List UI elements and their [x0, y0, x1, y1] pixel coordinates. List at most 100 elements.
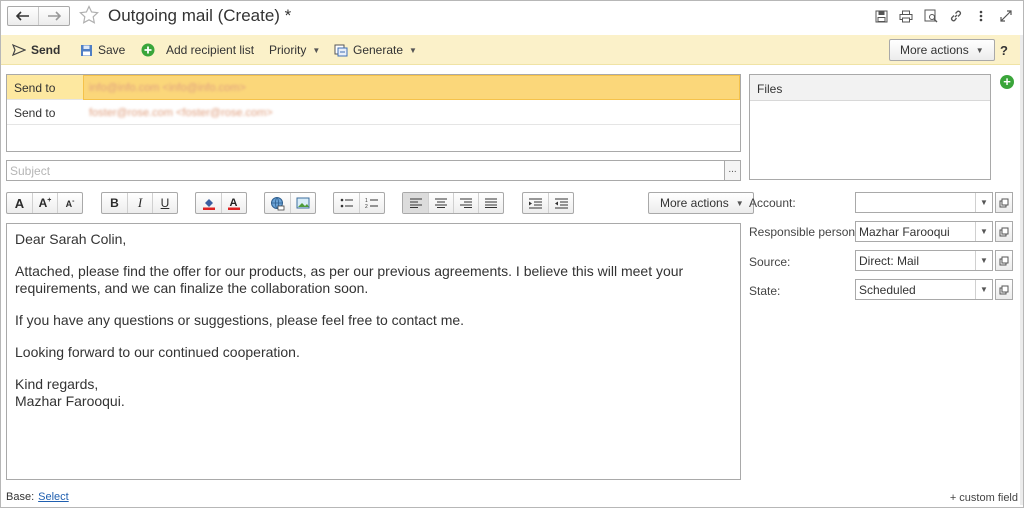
custom-field-link[interactable]: + custom field	[950, 492, 1018, 504]
body-paragraph: Dear Sarah Colin,	[15, 231, 127, 247]
justify-button[interactable]	[478, 193, 503, 213]
chevron-down-icon[interactable]: ▼	[975, 280, 992, 299]
account-open-button[interactable]	[995, 192, 1013, 213]
image-icon	[296, 197, 310, 209]
save-window-button[interactable]	[873, 8, 889, 24]
state-value: Scheduled	[859, 283, 916, 297]
add-file-button[interactable]: +	[1000, 75, 1014, 89]
more-actions-label: More actions	[900, 43, 969, 57]
indent-icon	[529, 198, 542, 208]
base-select-link[interactable]: Select	[38, 491, 69, 503]
back-button[interactable]	[8, 7, 38, 25]
fill-color-icon	[202, 199, 215, 210]
italic-button[interactable]: I	[127, 193, 152, 213]
generate-menu[interactable]: Generate ▼	[334, 35, 417, 65]
page-title: Outgoing mail (Create) *	[108, 6, 292, 25]
state-open-button[interactable]	[995, 279, 1013, 300]
favorite-button[interactable]	[79, 5, 99, 28]
bold-icon: B	[110, 196, 119, 210]
subject-picker-button[interactable]: ...	[724, 160, 741, 181]
format-more-actions-button[interactable]: More actions ▼	[648, 192, 754, 214]
files-panel[interactable]: Files	[749, 74, 991, 180]
more-actions-button[interactable]: More actions ▼	[889, 39, 995, 61]
underline-icon: U	[160, 196, 170, 210]
align-center-button[interactable]	[428, 193, 453, 213]
send-button[interactable]: Send	[12, 35, 60, 65]
chevron-down-icon[interactable]: ▼	[975, 193, 992, 212]
recipient-row[interactable]: Send to info@info.com <info@info.com>	[7, 75, 740, 100]
base-label: Base:	[6, 491, 35, 503]
list-group: 12	[333, 192, 385, 214]
recipient-type: Send to	[14, 81, 56, 95]
source-select[interactable]: Direct: Mail ▼	[855, 250, 993, 271]
responsible-person-label: Responsible person:	[749, 225, 859, 239]
recipient-address: foster@rose.com <foster@rose.com>	[89, 106, 273, 119]
recipient-row-empty[interactable]	[7, 125, 740, 150]
background-color-button[interactable]	[196, 193, 221, 213]
window-menu-button[interactable]	[973, 8, 989, 24]
increase-indent-button[interactable]	[523, 193, 548, 213]
state-select[interactable]: Scheduled ▼	[855, 279, 993, 300]
help-button[interactable]: ?	[1000, 35, 1008, 65]
kebab-menu-icon	[979, 10, 983, 22]
preview-button[interactable]	[923, 8, 939, 24]
resize-window-button[interactable]	[998, 8, 1014, 24]
open-form-icon	[999, 227, 1009, 236]
source-value: Direct: Mail	[859, 254, 920, 268]
outdent-icon	[554, 198, 568, 208]
align-right-icon	[460, 198, 472, 208]
justify-icon	[485, 198, 497, 208]
save-button[interactable]: Save	[80, 35, 125, 65]
save-disk-icon	[81, 44, 92, 56]
open-form-icon	[999, 256, 1009, 265]
generate-label: Generate	[353, 43, 404, 57]
chevron-down-icon[interactable]: ▼	[975, 222, 992, 241]
increase-font-button[interactable]: A+	[32, 193, 57, 213]
italic-icon: I	[137, 195, 143, 210]
insert-group	[264, 192, 316, 214]
format-more-actions-label: More actions	[660, 196, 729, 210]
responsible-person-value: Mazhar Farooqui	[859, 225, 950, 239]
insert-link-button[interactable]	[265, 193, 290, 213]
responsible-person-select[interactable]: Mazhar Farooqui ▼	[855, 221, 993, 242]
message-body-editor[interactable]: Dear Sarah Colin, Attached, please find …	[6, 223, 741, 480]
numbered-list-button[interactable]: 12	[359, 193, 384, 213]
body-paragraph: Attached, please find the offer for our …	[15, 263, 684, 296]
body-paragraph: Kind regards,	[15, 376, 99, 392]
open-form-icon	[999, 198, 1009, 207]
forward-button[interactable]	[38, 7, 69, 25]
align-right-button[interactable]	[453, 193, 478, 213]
font-button[interactable]: A	[7, 193, 32, 213]
text-color-button[interactable]: A	[221, 193, 246, 213]
priority-menu[interactable]: Priority ▼	[269, 35, 320, 65]
underline-button[interactable]: U	[152, 193, 177, 213]
chevron-down-icon[interactable]: ▼	[975, 251, 992, 270]
account-label: Account:	[749, 196, 796, 210]
body-paragraph: If you have any questions or suggestions…	[15, 312, 465, 328]
bulleted-list-button[interactable]	[334, 193, 359, 213]
add-recipient-list-button[interactable]: Add recipient list	[141, 35, 254, 65]
vertical-scrollbar[interactable]	[1020, 35, 1023, 505]
align-left-icon	[409, 198, 422, 208]
account-select[interactable]: ▼	[855, 192, 993, 213]
base-field: Base: Select	[6, 491, 69, 503]
recipient-row[interactable]: Send to foster@rose.com <foster@rose.com…	[7, 100, 740, 125]
source-label: Source:	[749, 255, 791, 269]
responsible-person-open-button[interactable]	[995, 221, 1013, 242]
indent-group	[522, 192, 574, 214]
copy-link-button[interactable]	[948, 8, 964, 24]
decrease-indent-button[interactable]	[548, 193, 573, 213]
chevron-down-icon: ▼	[409, 45, 417, 55]
font-style-group: B I U	[101, 192, 178, 214]
decrease-font-button[interactable]: A-	[57, 193, 82, 213]
subject-input[interactable]: Subject	[6, 160, 724, 181]
print-button[interactable]	[898, 8, 914, 24]
source-open-button[interactable]	[995, 250, 1013, 271]
save-disk-icon	[875, 10, 887, 22]
command-bar: Send Save Add recipient list Priority ▼ G…	[1, 35, 1021, 65]
insert-image-button[interactable]	[290, 193, 315, 213]
align-left-button[interactable]	[403, 193, 428, 213]
help-label: ?	[1000, 42, 1008, 58]
star-icon	[79, 5, 99, 24]
bold-button[interactable]: B	[102, 193, 127, 213]
